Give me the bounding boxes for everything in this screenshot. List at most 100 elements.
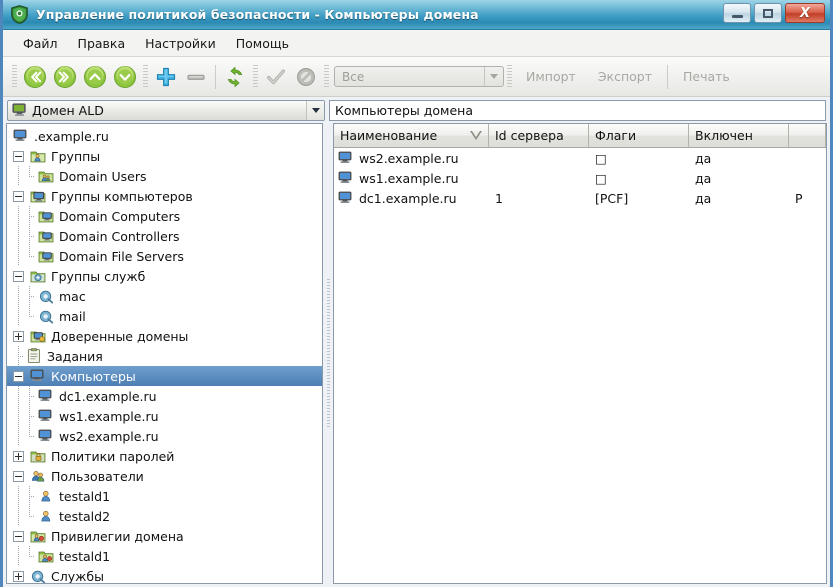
collapse-icon[interactable]	[13, 270, 24, 282]
tree-item-mail[interactable]: mail	[7, 306, 322, 326]
tree-line	[13, 246, 24, 266]
toolbar-grip-5[interactable]	[507, 64, 512, 89]
table-cell-value: ws2.example.ru	[359, 150, 459, 166]
tree-line	[24, 426, 35, 446]
tree-line	[13, 486, 24, 506]
expand-icon[interactable]	[13, 450, 24, 462]
trusted-domain-icon	[30, 331, 46, 343]
tree-item-группы[interactable]: Группы	[7, 146, 322, 166]
filter-combo-arrow[interactable]	[484, 67, 503, 86]
table-cell-value: да	[695, 170, 712, 186]
tree-item-компьютеры[interactable]: Компьютеры	[7, 366, 322, 386]
tree-item-доверенные-домены[interactable]: Доверенные домены	[7, 326, 322, 346]
collapse-icon[interactable]	[13, 370, 24, 382]
main-area: .example.ru Группы Domain Users Группы комп…	[3, 123, 830, 587]
up-button[interactable]	[80, 62, 110, 92]
tree-item-label: testald2	[59, 508, 111, 524]
tree-item-domain-controllers[interactable]: Domain Controllers	[7, 226, 322, 246]
group-icon	[38, 171, 54, 183]
first-button[interactable]	[20, 62, 50, 92]
tree-item-ws2-example-ru[interactable]: ws2.example.ru	[7, 426, 322, 446]
table-header-включен[interactable]: Включен	[689, 124, 789, 147]
tree-item-testald1[interactable]: testald1	[7, 486, 322, 506]
menu-edit[interactable]: Правка	[68, 33, 136, 54]
import-button[interactable]: Импорт	[515, 64, 587, 89]
expand-icon[interactable]	[13, 570, 24, 582]
collapse-icon[interactable]	[13, 470, 24, 482]
tree-item-привилегии-домена[interactable]: Привилегии домена	[7, 526, 322, 546]
collapse-icon[interactable]	[13, 190, 24, 202]
panel-splitter[interactable]	[323, 123, 333, 584]
minimize-button[interactable]	[723, 3, 751, 23]
table-header-id-сервера[interactable]: Id сервера	[489, 124, 589, 147]
tree-item-группы-служб[interactable]: Группы служб	[7, 266, 322, 286]
tree-item-группы-компьютеров[interactable]: Группы компьютеров	[7, 186, 322, 206]
table-cell-flags: □	[589, 148, 689, 168]
tree-item-mac[interactable]: mac	[7, 286, 322, 306]
table-header-extra[interactable]	[789, 124, 826, 147]
check-icon	[267, 68, 285, 84]
collapse-icon[interactable]	[13, 530, 24, 542]
tree-item-dc1-example-ru[interactable]: dc1.example.ru	[7, 386, 322, 406]
tree-item-label: Domain File Servers	[59, 248, 184, 264]
cancel-button[interactable]	[291, 62, 321, 92]
table-header-наименование[interactable]: Наименование	[334, 124, 489, 147]
users-icon	[31, 471, 45, 482]
domain-combo-arrow[interactable]	[306, 100, 324, 120]
collapse-icon[interactable]	[13, 150, 24, 162]
tree-line	[13, 346, 24, 366]
path-field[interactable]: Компьютеры домена	[329, 99, 826, 121]
print-button[interactable]: Печать	[672, 64, 741, 89]
add-button[interactable]	[151, 62, 181, 92]
expand-icon[interactable]	[13, 330, 24, 342]
chevron-up-icon	[84, 65, 106, 88]
refresh-button[interactable]	[220, 62, 250, 92]
tree-line	[24, 506, 35, 526]
tree-item-задания[interactable]: Задания	[7, 346, 322, 366]
toolbar-grip-3[interactable]	[253, 64, 258, 89]
close-icon: X	[799, 5, 811, 21]
tree-item-domain-computers[interactable]: Domain Computers	[7, 206, 322, 226]
domain-combo[interactable]: Домен ALD	[7, 99, 325, 121]
tree-line	[13, 386, 24, 406]
tree-item-службы[interactable]: Службы	[7, 566, 322, 583]
toolbar-grip-2[interactable]	[143, 64, 148, 89]
tree-line	[13, 206, 24, 226]
double-chevron-left-icon	[24, 65, 46, 88]
table-row[interactable]: dc1.example.ru 1 [PCF] да Р	[334, 188, 826, 208]
close-button[interactable]: X	[785, 3, 825, 23]
tree-item-testald2[interactable]: testald2	[7, 506, 322, 526]
menu-help[interactable]: Помощь	[226, 33, 299, 54]
tree-item-testald1[interactable]: testald1	[7, 546, 322, 566]
tree-item-пользователи[interactable]: Пользователи	[7, 466, 322, 486]
last-button[interactable]	[50, 62, 80, 92]
shield-icon	[11, 5, 28, 24]
apply-button[interactable]	[261, 62, 291, 92]
computer-icon	[338, 171, 352, 183]
computer-icon	[338, 191, 352, 203]
tree-item-domain-users[interactable]: Domain Users	[7, 166, 322, 186]
window-controls: X	[723, 3, 825, 23]
tree-item-label: Привилегии домена	[51, 528, 184, 544]
tree-line	[24, 486, 35, 506]
minimize-icon	[731, 15, 743, 18]
tree-item-example-ru[interactable]: .example.ru	[7, 126, 322, 146]
menu-settings[interactable]: Настройки	[135, 33, 226, 54]
tree-item-ws1-example-ru[interactable]: ws1.example.ru	[7, 406, 322, 426]
menu-file[interactable]: Файл	[13, 33, 68, 54]
tree-item-политики-паролей[interactable]: Политики паролей	[7, 446, 322, 466]
toolbar-grip-4[interactable]	[324, 64, 329, 89]
table-header-флаги[interactable]: Флаги	[589, 124, 689, 147]
tree-item-label: ws1.example.ru	[59, 408, 159, 424]
filter-combo[interactable]: Все	[334, 66, 504, 87]
down-button[interactable]	[110, 62, 140, 92]
user-icon	[41, 510, 51, 522]
table-row[interactable]: ws1.example.ru □ да	[334, 168, 826, 188]
table-cell-enabled: да	[689, 168, 789, 188]
remove-button[interactable]	[181, 62, 211, 92]
export-button[interactable]: Экспорт	[587, 64, 663, 89]
tree-item-domain-file-servers[interactable]: Domain File Servers	[7, 246, 322, 266]
table-row[interactable]: ws2.example.ru □ да	[334, 148, 826, 168]
toolbar-grip[interactable]	[12, 64, 17, 89]
maximize-button[interactable]	[754, 3, 782, 23]
